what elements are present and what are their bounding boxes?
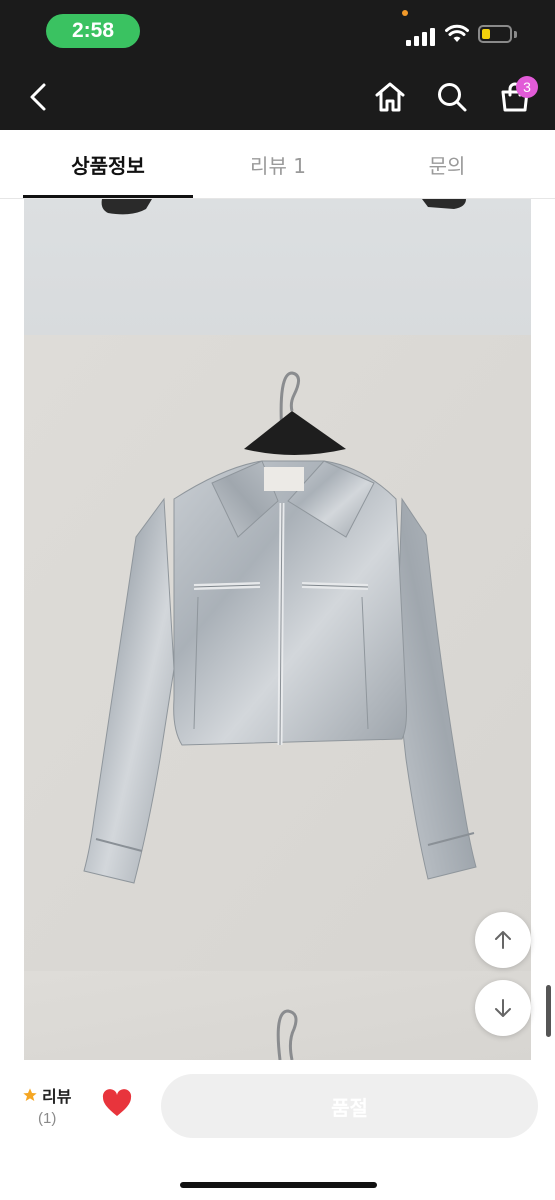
arrow-down-icon (495, 999, 511, 1017)
signal-icon (406, 28, 436, 46)
tab-product-info[interactable]: 상품정보 (23, 130, 193, 198)
review-label: 리뷰 (42, 1087, 72, 1106)
review-summary[interactable]: 리뷰 (22, 1083, 71, 1107)
product-photo-silver-jacket (24, 199, 531, 1060)
sold-out-button[interactable]: 품절 (161, 1074, 538, 1138)
scroll-down-button[interactable] (475, 980, 531, 1036)
search-icon[interactable] (436, 81, 468, 113)
product-image-area (24, 199, 531, 1060)
home-indicator[interactable] (180, 1182, 377, 1188)
status-time: 2:58 (46, 14, 140, 48)
home-icon[interactable] (374, 81, 406, 113)
scrollbar[interactable] (546, 985, 551, 1037)
arrow-up-icon (495, 931, 511, 949)
tab-bar: 상품정보 리뷰 1 문의 (0, 130, 555, 199)
active-tab-indicator (23, 195, 193, 198)
review-count: (1) (38, 1110, 57, 1127)
tab-reviews[interactable]: 리뷰 1 (193, 130, 363, 198)
wifi-icon (445, 24, 469, 42)
cart-badge: 3 (516, 76, 538, 98)
app-header (0, 62, 555, 130)
privacy-indicator (402, 10, 408, 16)
scroll-up-button[interactable] (475, 912, 531, 968)
star-icon (23, 1088, 37, 1101)
tab-inquiry[interactable]: 문의 (362, 130, 532, 198)
status-bar: 2:58 (0, 0, 555, 62)
battery-icon (478, 25, 512, 43)
back-arrow-icon[interactable] (26, 82, 52, 112)
heart-icon[interactable] (101, 1088, 133, 1118)
